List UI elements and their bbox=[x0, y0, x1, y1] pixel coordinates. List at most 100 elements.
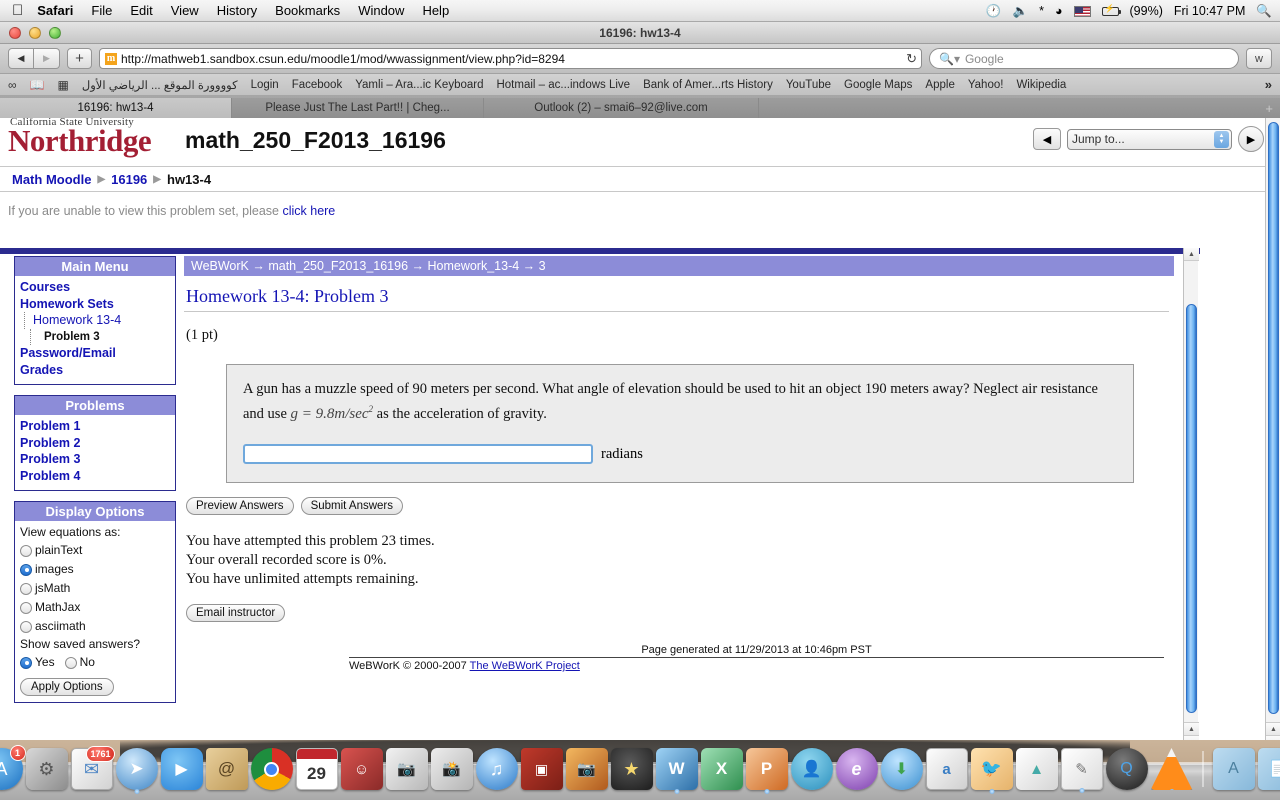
dock-item-pages[interactable]: a bbox=[925, 748, 968, 790]
sidebar-item-courses[interactable]: Courses bbox=[20, 279, 170, 296]
problem-link-4[interactable]: Problem 4 bbox=[20, 468, 170, 485]
reader-button[interactable]: ᴡ bbox=[1246, 48, 1272, 69]
jump-to-select[interactable]: Jump to... ▲ ▼ bbox=[1067, 128, 1232, 150]
sidebar-item-homework-sets[interactable]: Homework Sets bbox=[20, 296, 170, 313]
dock-item-microsoft-powerpoint[interactable]: P bbox=[745, 748, 788, 794]
bookmark-item-yahoo[interactable]: Yahoo! bbox=[968, 79, 1004, 91]
dock-item-image-capture[interactable]: 📸 bbox=[430, 748, 473, 790]
jump-next-button[interactable]: ▶ bbox=[1238, 126, 1264, 152]
dock-item-firefox-download[interactable]: ⬇ bbox=[880, 748, 923, 790]
menu-item-window[interactable]: Window bbox=[358, 3, 404, 18]
dock-item-textedit[interactable]: ✎ bbox=[1060, 748, 1103, 793]
address-bar[interactable]: m http://mathweb1.sandbox.csun.edu/moodl… bbox=[99, 48, 922, 69]
bluetooth-icon[interactable]: * bbox=[1039, 4, 1044, 18]
add-bookmark-button[interactable]: + bbox=[67, 48, 92, 69]
dock-item-microsoft-excel[interactable]: X bbox=[700, 748, 743, 790]
email-instructor-button[interactable]: Email instructor bbox=[186, 604, 286, 622]
reload-icon[interactable]: ↻ bbox=[906, 51, 917, 67]
tab-outlook[interactable]: Outlook (2) – smai6–92@live.com bbox=[484, 98, 759, 118]
bookmark-item-googlemaps[interactable]: Google Maps bbox=[844, 79, 912, 91]
battery-icon[interactable] bbox=[1101, 4, 1121, 16]
dock-item-quicktime[interactable]: Q bbox=[1105, 748, 1148, 790]
radio-saved-yes-icon[interactable] bbox=[20, 656, 32, 669]
submit-answers-button[interactable]: Submit Answers bbox=[300, 497, 404, 515]
menu-item-history[interactable]: History bbox=[217, 3, 257, 18]
iframe-scrollbar[interactable]: ▲ ▲ ▼ bbox=[1183, 248, 1199, 748]
bookmark-item-youtube[interactable]: YouTube bbox=[786, 79, 831, 91]
bookmark-item-facebook[interactable]: Facebook bbox=[292, 79, 343, 91]
search-input[interactable]: 🔍▾ Google bbox=[929, 48, 1239, 69]
back-button[interactable]: ◀ bbox=[8, 48, 34, 69]
dock-item-microsoft-word[interactable]: W bbox=[655, 748, 698, 794]
dock-item-documents-folder[interactable]: 📄 bbox=[1257, 748, 1280, 790]
dock-item-address-book[interactable]: @ bbox=[205, 748, 248, 790]
page-scrollbar[interactable]: ▲ ▼ bbox=[1265, 118, 1280, 762]
radio-saved-yes[interactable]: Yes bbox=[20, 653, 55, 672]
dock-item-vlc[interactable] bbox=[1150, 748, 1193, 790]
radio-jsmath-icon[interactable] bbox=[20, 582, 32, 595]
radio-saved-no-icon[interactable] bbox=[64, 656, 77, 669]
bookmark-item-apple[interactable]: Apple bbox=[925, 79, 954, 91]
menu-item-file[interactable]: File bbox=[91, 3, 112, 18]
problem-link-2[interactable]: Problem 2 bbox=[20, 435, 170, 452]
iframe-scroll-up-arrow[interactable]: ▲ bbox=[1184, 248, 1199, 261]
dock-item-itunes[interactable]: ♫ bbox=[475, 748, 518, 790]
book-icon[interactable]: 📖 bbox=[30, 78, 45, 92]
webwork-project-link[interactable]: The WeBWorK Project bbox=[470, 660, 580, 672]
problem-heading[interactable]: Homework 13-4: Problem 3 bbox=[186, 286, 1174, 307]
answer-input[interactable] bbox=[243, 444, 593, 464]
dock-item-grapher[interactable]: ▲ bbox=[1015, 748, 1058, 790]
time-machine-icon[interactable]: 🕐 bbox=[986, 4, 1002, 19]
radio-mathjax-icon[interactable] bbox=[20, 601, 32, 614]
dock-item-safari[interactable]: ➤ bbox=[115, 748, 158, 794]
breadcrumb-item-math-moodle[interactable]: Math Moodle bbox=[12, 172, 91, 187]
dock-item-facetime[interactable]: ▶ bbox=[160, 748, 203, 790]
dock-item-calendar[interactable]: 29 bbox=[295, 748, 338, 790]
radio-asciimath[interactable]: asciimath bbox=[20, 617, 170, 636]
radio-jsmath[interactable]: jsMath bbox=[20, 579, 170, 598]
us-flag-icon[interactable] bbox=[1073, 5, 1091, 17]
grid-icon[interactable]: ▦ bbox=[58, 78, 69, 92]
radio-saved-no[interactable]: No bbox=[64, 653, 95, 672]
bookmarks-overflow-icon[interactable]: » bbox=[1265, 77, 1272, 92]
sidebar-item-grades[interactable]: Grades bbox=[20, 362, 170, 379]
dock-item-imovie[interactable]: ★ bbox=[610, 748, 653, 790]
menu-item-help[interactable]: Help bbox=[422, 3, 449, 18]
dock-item-iphoto[interactable]: 📷 bbox=[385, 748, 428, 790]
dock-item-google-chrome[interactable] bbox=[250, 748, 293, 790]
radio-mathjax[interactable]: MathJax bbox=[20, 598, 170, 617]
apple-menu-icon[interactable]:  bbox=[12, 3, 23, 18]
iframe-scrollbar-thumb[interactable] bbox=[1186, 304, 1197, 713]
menu-item-bookmarks[interactable]: Bookmarks bbox=[275, 3, 340, 18]
radio-plaintext[interactable]: plainText bbox=[20, 541, 170, 560]
dock-item-preview[interactable]: 📷 bbox=[565, 748, 608, 790]
dock-item-mail[interactable]: ✉ 1761 bbox=[70, 746, 115, 790]
radio-asciimath-icon[interactable] bbox=[20, 620, 32, 633]
dock-item-msn-messenger[interactable]: 👤 bbox=[790, 748, 833, 790]
menu-item-view[interactable]: View bbox=[171, 3, 199, 18]
problem-link-3[interactable]: Problem 3 bbox=[20, 451, 170, 468]
menu-bar-clock[interactable]: Fri 10:47 PM bbox=[1174, 4, 1246, 18]
bookmark-item-bankofamerica[interactable]: Bank of Amer...rts History bbox=[643, 79, 773, 91]
sidebar-item-homework-13-4[interactable]: Homework 13-4 bbox=[20, 312, 170, 329]
bookmark-item-yamli[interactable]: Yamli – Ara...ic Keyboard bbox=[355, 79, 483, 91]
dock-item-photos-folder[interactable]: ▣ bbox=[520, 748, 563, 790]
page-scroll-up-arrow[interactable]: ▲ bbox=[1266, 722, 1280, 735]
bookmark-item-arabic[interactable]: كوووورة الموقع ... الرياضي الأول bbox=[82, 78, 238, 92]
bookmark-item-wikipedia[interactable]: Wikipedia bbox=[1016, 79, 1066, 91]
tab-hw13-4[interactable]: 16196: hw13-4 bbox=[0, 98, 232, 118]
dock-item-angry-birds[interactable]: 🐦 bbox=[970, 748, 1013, 794]
wifi-icon[interactable]: ◕ bbox=[1055, 4, 1063, 18]
menu-item-safari[interactable]: Safari bbox=[37, 3, 73, 18]
problem-link-1[interactable]: Problem 1 bbox=[20, 418, 170, 435]
sidebar-item-problem-3[interactable]: Problem 3 bbox=[20, 328, 170, 346]
dock-item-applications-folder[interactable]: A bbox=[1212, 748, 1255, 790]
spotlight-search-icon[interactable]: 🔍 bbox=[1256, 4, 1272, 19]
iframe-scroll-down-arrow-a[interactable]: ▲ bbox=[1184, 722, 1199, 735]
new-tab-button[interactable]: + bbox=[759, 98, 1280, 118]
page-scrollbar-thumb[interactable] bbox=[1268, 122, 1279, 714]
reading-glasses-icon[interactable]: ∞ bbox=[8, 78, 17, 92]
dock-item-app-store[interactable]: A 1 bbox=[0, 745, 26, 790]
sidebar-item-password-email[interactable]: Password/Email bbox=[20, 345, 170, 362]
dock-item-internet-explorer[interactable]: e bbox=[835, 748, 878, 790]
